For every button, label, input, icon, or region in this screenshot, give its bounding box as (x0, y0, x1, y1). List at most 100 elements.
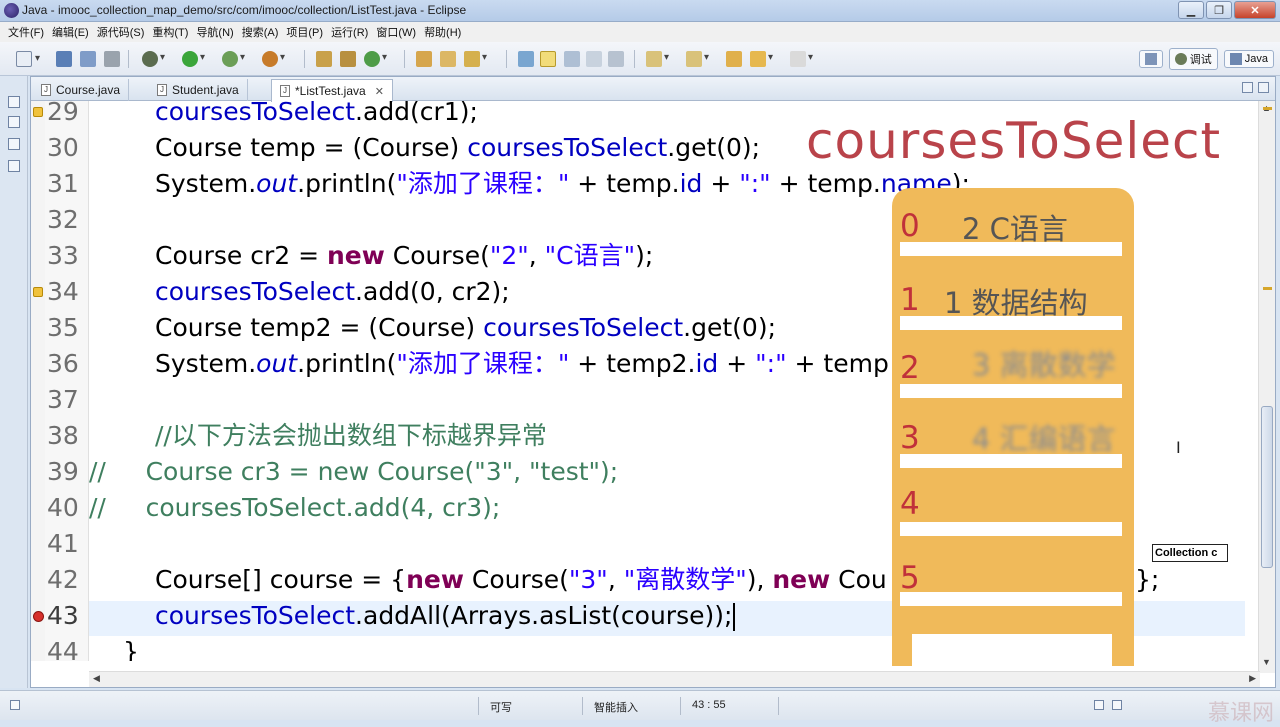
print-icon[interactable] (104, 51, 120, 67)
string-literal: "离散数学" (623, 565, 747, 594)
slot-index: 0 (900, 208, 920, 244)
code-text-segment: System. (155, 169, 257, 198)
menu-run[interactable]: 运行(R) (327, 24, 372, 40)
line-number: 44 (47, 637, 79, 666)
field-ref: coursesToSelect (155, 277, 356, 306)
code-text-segment: .println( (297, 349, 397, 378)
hierarchy-icon[interactable] (8, 138, 20, 150)
line-number: 35 (47, 313, 79, 342)
menu-refactor[interactable]: 重构(T) (148, 24, 192, 40)
overview-warning-mark[interactable] (1263, 287, 1272, 290)
next-annotation-icon[interactable] (646, 51, 669, 67)
show-pilcrow-icon[interactable] (608, 51, 624, 67)
menu-source[interactable]: 源代码(S) (93, 24, 149, 40)
menu-edit[interactable]: 编辑(E) (48, 24, 93, 40)
run-icon[interactable] (182, 51, 205, 67)
field-ref: id (695, 349, 719, 378)
window-title: Java - imooc_collection_map_demo/src/com… (22, 3, 467, 17)
code-line-30: Course temp = (Course) coursesToSelect.g… (155, 130, 760, 166)
menu-bar: 文件(F) 编辑(E) 源代码(S) 重构(T) 导航(N) 搜索(A) 项目(… (0, 22, 1280, 42)
code-text-segment: .add(0, cr2); (355, 277, 510, 306)
overview-warning-mark[interactable] (1263, 107, 1272, 110)
vertical-scrollbar[interactable]: ▲ ▼ (1258, 101, 1275, 673)
menu-window[interactable]: 窗口(W) (372, 24, 420, 40)
debug-perspective-button[interactable]: 调试 (1168, 48, 1218, 70)
code-line-44: } (123, 637, 139, 661)
string-literal: "3" (568, 565, 608, 594)
error-marker-icon[interactable] (33, 611, 44, 622)
save-all-icon[interactable] (80, 51, 96, 67)
open-task-icon[interactable] (440, 51, 456, 67)
new-java-project-icon[interactable] (316, 51, 332, 67)
line-number: 39 (47, 457, 79, 486)
main-toolbar: 调试 Java (0, 42, 1280, 76)
package-explorer-icon[interactable] (8, 116, 20, 128)
fast-view-icon[interactable] (10, 700, 20, 710)
maximize-button[interactable]: ❐ (1206, 1, 1232, 19)
warning-marker-icon[interactable] (33, 287, 43, 297)
last-edit-location-icon[interactable] (726, 51, 742, 67)
tab-student-java[interactable]: J Student.java (149, 79, 248, 101)
debug-icon[interactable] (142, 51, 165, 67)
code-text-segment: .get(0); (667, 133, 761, 162)
close-tab-icon[interactable]: ✕ (375, 85, 384, 98)
trim-restore-icon[interactable] (1094, 700, 1104, 710)
menu-search[interactable]: 搜索(A) (238, 24, 283, 40)
save-icon[interactable] (56, 51, 72, 67)
block-selection-icon[interactable] (564, 51, 580, 67)
mark-occurrences-icon[interactable] (540, 51, 556, 67)
trim-minimize-icon[interactable] (1112, 700, 1122, 710)
code-line-42-end: }; (1135, 565, 1160, 594)
new-class-icon[interactable] (364, 51, 387, 67)
eclipse-logo-icon (4, 3, 19, 18)
bug-icon (1174, 53, 1187, 65)
slot-index: 3 (900, 420, 920, 456)
minimize-editor-icon[interactable] (1242, 82, 1253, 93)
back-icon[interactable] (750, 51, 773, 67)
menu-file[interactable]: 文件(F) (4, 24, 48, 40)
slot-divider (900, 316, 1122, 330)
coverage-icon[interactable] (222, 51, 245, 67)
new-wizard-icon[interactable] (16, 51, 40, 67)
code-line-35: Course temp2 = (Course) coursesToSelect.… (155, 310, 776, 346)
outline-icon[interactable] (8, 160, 20, 172)
show-whitespace-icon[interactable] (586, 51, 602, 67)
line-number: 33 (47, 241, 79, 270)
menu-project[interactable]: 项目(P) (282, 24, 327, 40)
line-number: 31 (47, 169, 79, 198)
scroll-left-icon[interactable]: ◀ (93, 673, 100, 684)
minimize-button[interactable]: ▁ (1178, 1, 1204, 19)
scroll-right-icon[interactable]: ▶ (1249, 673, 1256, 684)
tab-listtest-java[interactable]: J *ListTest.java ✕ (271, 79, 393, 102)
new-package-icon[interactable] (340, 51, 356, 67)
string-literal: "C语言" (544, 241, 636, 270)
scroll-thumb[interactable] (1261, 406, 1273, 568)
toggle-breadcrumb-icon[interactable] (518, 51, 534, 67)
code-text-segment: .println( (297, 169, 397, 198)
open-perspective-button[interactable] (1138, 50, 1163, 68)
search-icon[interactable] (464, 51, 487, 67)
restore-icon[interactable] (8, 96, 20, 108)
previous-annotation-icon[interactable] (686, 51, 709, 67)
warning-marker-icon[interactable] (33, 107, 43, 117)
scroll-down-icon[interactable]: ▼ (1262, 657, 1271, 667)
maximize-editor-icon[interactable] (1258, 82, 1269, 93)
horizontal-scrollbar[interactable]: ◀ ▶ (89, 671, 1260, 687)
java-file-icon: J (280, 85, 290, 97)
java-perspective-button[interactable]: Java (1223, 50, 1274, 68)
menu-navigate[interactable]: 导航(N) (192, 24, 237, 40)
text-cursor-icon: I (1176, 438, 1181, 457)
tab-label: *ListTest.java (295, 84, 366, 98)
code-text-segment: System. (155, 349, 257, 378)
status-cursor-position: 43 : 55 (692, 699, 726, 711)
slot-divider (900, 242, 1122, 256)
string-literal: "添加了课程：" (396, 169, 570, 198)
code-line-36: System.out.println("添加了课程：" + temp2.id +… (155, 346, 889, 382)
close-button[interactable]: ✕ (1234, 1, 1276, 19)
status-insert-mode: 智能插入 (594, 702, 638, 714)
forward-icon[interactable] (790, 51, 813, 67)
code-text-segment: + temp (786, 349, 889, 378)
external-tools-icon[interactable] (262, 51, 285, 67)
menu-help[interactable]: 帮助(H) (420, 24, 465, 40)
open-type-icon[interactable] (416, 51, 432, 67)
